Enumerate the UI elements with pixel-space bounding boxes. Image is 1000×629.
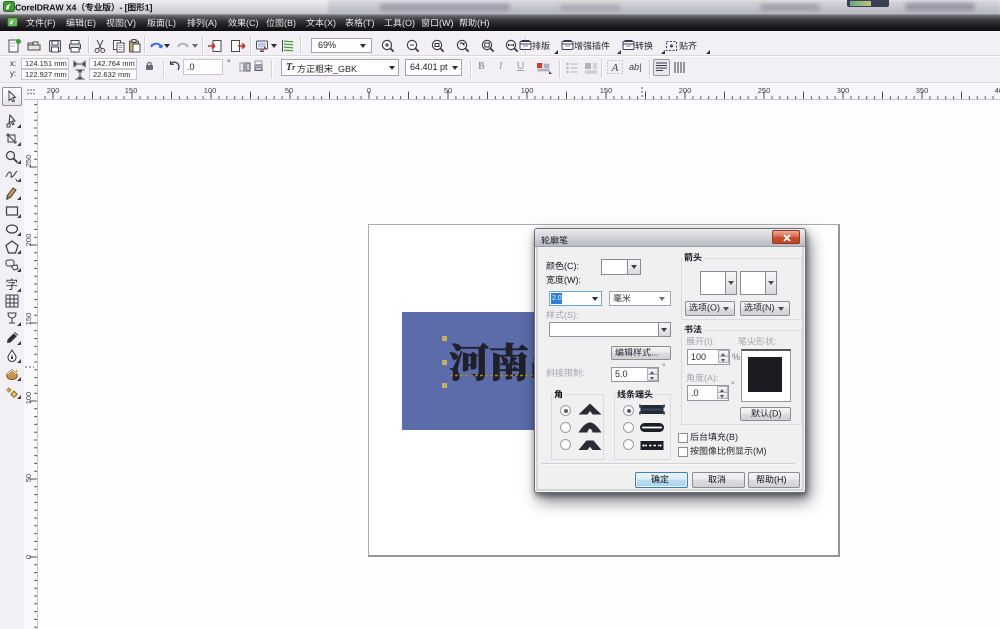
svg-text:200: 200 — [47, 86, 60, 95]
svg-text:100: 100 — [521, 86, 534, 95]
svg-text:50: 50 — [24, 474, 33, 482]
svg-text:250: 250 — [24, 155, 33, 168]
svg-text:150: 150 — [24, 313, 33, 326]
svg-text:200: 200 — [679, 86, 692, 95]
svg-text:50: 50 — [444, 86, 452, 95]
svg-text:A: A — [611, 62, 619, 74]
svg-text:100: 100 — [204, 86, 217, 95]
svg-text:100: 100 — [24, 392, 33, 405]
svg-text:150: 150 — [600, 86, 613, 95]
svg-text:350: 350 — [916, 86, 929, 95]
svg-text:150: 150 — [125, 86, 138, 95]
svg-text:400: 400 — [995, 86, 1000, 95]
svg-text:0: 0 — [367, 86, 371, 95]
svg-text:250: 250 — [758, 86, 771, 95]
svg-text:200: 200 — [24, 234, 33, 247]
svg-text:50: 50 — [285, 86, 293, 95]
svg-text:0: 0 — [24, 555, 33, 559]
svg-text:300: 300 — [837, 86, 850, 95]
